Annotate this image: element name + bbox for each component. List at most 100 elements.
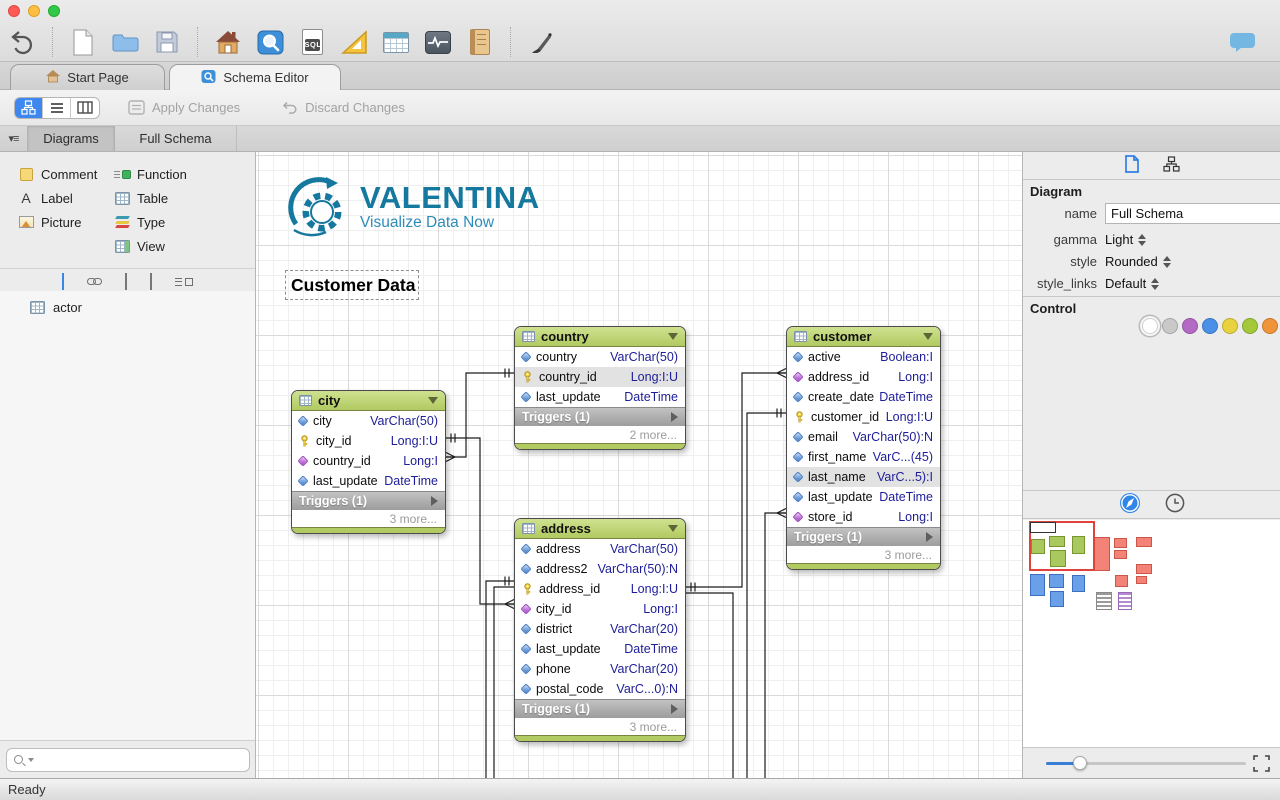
name-input[interactable] <box>1105 203 1280 224</box>
connector-customer-id-down[interactable] <box>746 412 786 778</box>
expand-arrow-icon[interactable] <box>671 412 678 422</box>
field-row-country[interactable]: country VarChar(50) <box>515 347 685 367</box>
schema-editor-icon[interactable] <box>254 26 286 58</box>
sidebar-menu-icon[interactable]: ▾≡ <box>0 126 28 151</box>
zoom-button[interactable] <box>48 5 60 17</box>
history-clock-icon[interactable] <box>1165 493 1185 516</box>
field-row-last_update[interactable]: last_update DateTime <box>292 471 445 491</box>
connector-address-left-down-2[interactable] <box>493 586 514 778</box>
field-row-active[interactable]: active Boolean:I <box>787 347 940 367</box>
dense-grid-icon[interactable] <box>125 273 127 290</box>
gamma-value[interactable]: Light <box>1105 232 1133 247</box>
search-input[interactable] <box>6 747 250 772</box>
diagram-canvas[interactable]: VALENTINA Visualize Data Now Customer Da… <box>256 152 1022 778</box>
table-icon[interactable] <box>380 26 412 58</box>
home-icon[interactable] <box>212 26 244 58</box>
new-document-icon[interactable] <box>67 26 99 58</box>
connector-address-right-down[interactable] <box>686 592 734 778</box>
field-row-phone[interactable]: phone VarChar(20) <box>515 659 685 679</box>
chevron-down-icon[interactable] <box>923 333 933 340</box>
object-item-actor[interactable]: actor <box>0 297 255 318</box>
tables-grid-icon[interactable] <box>62 273 64 290</box>
field-row-postal_code[interactable]: postal_code VarC...0):N <box>515 679 685 699</box>
open-folder-icon[interactable] <box>109 26 141 58</box>
palette-item-label[interactable]: A Label <box>18 190 114 206</box>
triggers-bar[interactable]: Triggers (1) <box>787 527 940 546</box>
structure-tab-icon[interactable] <box>1162 156 1180 175</box>
brush-icon[interactable] <box>525 26 557 58</box>
more-fields-link[interactable]: 3 more... <box>515 718 685 735</box>
field-row-last_update[interactable]: last_update DateTime <box>787 487 940 507</box>
close-button[interactable] <box>8 5 20 17</box>
chevron-down-icon[interactable] <box>428 397 438 404</box>
palette-item-picture[interactable]: Picture <box>18 214 114 230</box>
color-swatch-2[interactable] <box>1182 318 1198 334</box>
db-table-city[interactable]: city city VarChar(50) city_id Long:I:U countr… <box>291 390 446 534</box>
style_links-value[interactable]: Default <box>1105 276 1146 291</box>
connector-address-left-down-1[interactable] <box>485 580 514 778</box>
field-row-country_id[interactable]: country_id Long:I <box>292 451 445 471</box>
field-row-email[interactable]: email VarChar(50):N <box>787 427 940 447</box>
field-row-store_id[interactable]: store_id Long:I <box>787 507 940 527</box>
zoom-slider[interactable] <box>1046 756 1246 770</box>
field-row-customer_id[interactable]: customer_id Long:I:U <box>787 407 940 427</box>
table-header[interactable]: address <box>515 519 685 539</box>
triggers-bar[interactable]: Triggers (1) <box>515 407 685 426</box>
field-row-last_update[interactable]: last_update DateTime <box>515 639 685 659</box>
expand-arrow-icon[interactable] <box>431 496 438 506</box>
field-row-city_id[interactable]: city_id Long:I:U <box>292 431 445 451</box>
field-row-last_name[interactable]: last_name VarC...5):I <box>787 467 940 487</box>
links-icon[interactable] <box>87 278 102 285</box>
palette-item-function[interactable]: Function <box>113 166 255 182</box>
stepper-icon[interactable] <box>1151 277 1160 290</box>
sidebar-tab-full-schema[interactable]: Full Schema <box>115 126 237 151</box>
field-row-first_name[interactable]: first_name VarC...(45) <box>787 447 940 467</box>
properties-tab-icon[interactable] <box>1124 155 1139 176</box>
discard-changes-button[interactable]: Discard Changes <box>282 100 405 115</box>
tab-start-page[interactable]: Start Page <box>10 64 165 90</box>
color-swatch-1[interactable] <box>1162 318 1178 334</box>
color-swatch-5[interactable] <box>1242 318 1258 334</box>
sql-editor-icon[interactable]: SQL <box>296 26 328 58</box>
list-box-icon[interactable] <box>175 277 193 286</box>
expand-arrow-icon[interactable] <box>671 704 678 714</box>
zoom-fit-icon[interactable] <box>1253 755 1270 772</box>
navigator-minimap[interactable] <box>1023 520 1280 748</box>
zoom-slider-thumb[interactable] <box>1073 756 1087 770</box>
table-header[interactable]: city <box>292 391 445 411</box>
field-row-address_id[interactable]: address_id Long:I:U <box>515 579 685 599</box>
expand-arrow-icon[interactable] <box>926 532 933 542</box>
field-row-city_id[interactable]: city_id Long:I <box>515 599 685 619</box>
table-header[interactable]: country <box>515 327 685 347</box>
field-row-address[interactable]: address VarChar(50) <box>515 539 685 559</box>
more-fields-link[interactable]: 3 more... <box>787 546 940 563</box>
palette-item-view[interactable]: View <box>114 238 255 254</box>
more-fields-link[interactable]: 3 more... <box>292 510 445 527</box>
color-swatch-4[interactable] <box>1222 318 1238 334</box>
field-row-district[interactable]: district VarChar(20) <box>515 619 685 639</box>
report-book-icon[interactable] <box>464 26 496 58</box>
layout-rows-icon[interactable] <box>150 273 152 290</box>
connector-address-to-customer[interactable] <box>686 372 786 588</box>
palette-item-comment[interactable]: Comment <box>18 166 114 182</box>
sidebar-tab-diagrams[interactable]: Diagrams <box>28 126 115 151</box>
save-icon[interactable] <box>151 26 183 58</box>
apply-changes-button[interactable]: Apply Changes <box>128 100 240 115</box>
field-row-city[interactable]: city VarChar(50) <box>292 411 445 431</box>
stepper-icon[interactable] <box>1138 233 1147 246</box>
color-swatch-6[interactable] <box>1262 318 1278 334</box>
search-options-caret[interactable] <box>28 757 34 762</box>
field-row-create_date[interactable]: create_date DateTime <box>787 387 940 407</box>
field-row-address_id[interactable]: address_id Long:I <box>787 367 940 387</box>
diagram-view-button[interactable] <box>15 97 43 118</box>
undo-icon[interactable] <box>6 26 38 58</box>
stepper-icon[interactable] <box>1162 255 1171 268</box>
navigator-compass-icon[interactable] <box>1119 492 1141 517</box>
triggers-bar[interactable]: Triggers (1) <box>292 491 445 510</box>
db-table-country[interactable]: country country VarChar(50) country_id Long:… <box>514 326 686 450</box>
connector-customer-store-down[interactable] <box>764 512 786 778</box>
chevron-down-icon[interactable] <box>668 525 678 532</box>
list-view-button[interactable] <box>43 97 71 118</box>
design-ruler-icon[interactable] <box>338 26 370 58</box>
table-header[interactable]: customer <box>787 327 940 347</box>
